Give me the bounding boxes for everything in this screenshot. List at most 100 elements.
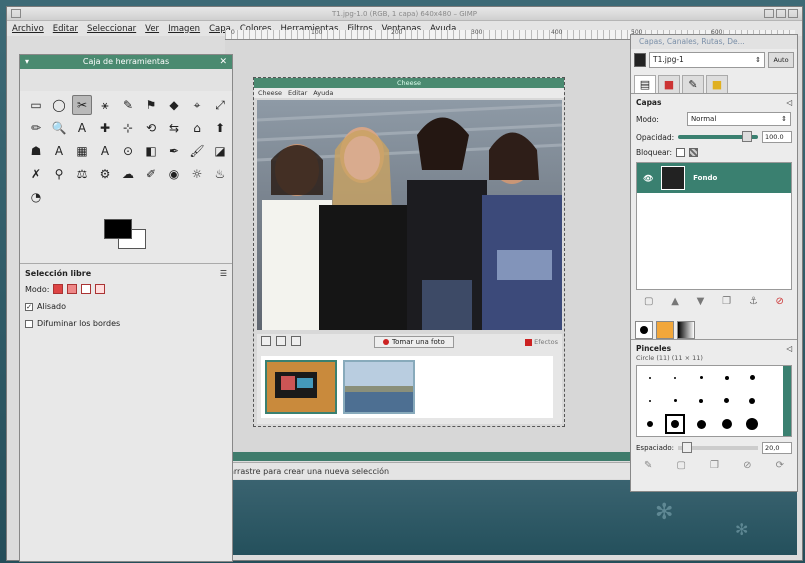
window-menu-icon[interactable] — [11, 9, 21, 18]
brush-preview[interactable] — [646, 421, 653, 428]
menu-archivo[interactable]: Archivo — [12, 24, 44, 34]
lock-alpha-icon[interactable] — [689, 148, 699, 157]
photo-mode-icon[interactable] — [261, 335, 271, 346]
brush-preview[interactable] — [746, 418, 759, 431]
zoom-tool[interactable]: 🔍 — [49, 118, 69, 138]
perspective-tool[interactable]: A — [49, 141, 69, 161]
mode-replace-button[interactable] — [53, 284, 64, 294]
mode-add-button[interactable] — [67, 284, 78, 294]
layer-mode-select[interactable]: Normal — [686, 112, 791, 126]
thumbnail[interactable] — [343, 360, 415, 414]
layer-row[interactable]: 👁 Fondo — [637, 163, 791, 193]
foreground-color[interactable] — [104, 219, 132, 239]
opacity-input[interactable]: 100.0 — [762, 131, 792, 143]
color-picker-tool[interactable]: ⤢ — [210, 95, 230, 115]
dodge-burn-tool[interactable]: ◉ — [164, 164, 184, 184]
new-layer-icon[interactable]: ▢ — [644, 296, 653, 307]
mode-intersect-button[interactable] — [95, 284, 106, 294]
opacity-slider[interactable] — [678, 131, 758, 142]
cheese-menu-item[interactable]: Editar — [288, 89, 307, 97]
brush-preview[interactable] — [699, 376, 703, 380]
paths-tool[interactable]: ⌖ — [187, 95, 207, 115]
measure-tool[interactable]: A — [72, 118, 92, 138]
wilber-drop-area[interactable] — [20, 69, 232, 91]
antialias-checkbox[interactable]: ✓ — [25, 302, 33, 311]
edit-brush-icon[interactable]: ✎ — [644, 460, 652, 471]
curves-tool[interactable]: ◔ — [26, 187, 46, 207]
burst-mode-icon[interactable] — [290, 335, 301, 346]
heal-tool[interactable]: ⚖ — [72, 164, 92, 184]
new-brush-icon[interactable]: ▢ — [676, 460, 685, 471]
tab-undo[interactable]: ■ — [706, 75, 728, 93]
blur-tool[interactable]: ☁ — [118, 164, 138, 184]
toolbox-menu-icon[interactable]: ▾ — [25, 55, 29, 69]
brush-grid[interactable] — [636, 365, 792, 437]
levels-tool[interactable]: ♨ — [210, 164, 230, 184]
rotate-tool[interactable]: ⟲ — [141, 118, 161, 138]
duplicate-layer-icon[interactable]: ❐ — [722, 296, 731, 307]
brush-scrollbar[interactable] — [783, 366, 791, 436]
maximize-icon[interactable] — [776, 9, 786, 18]
thumbnail[interactable] — [265, 360, 337, 414]
brush-preview[interactable] — [749, 375, 755, 381]
bucket-fill-tool[interactable]: ⊙ — [118, 141, 138, 161]
tab-channels[interactable]: ■ — [658, 75, 680, 93]
cage-tool[interactable]: ▦ — [72, 141, 92, 161]
feather-checkbox[interactable] — [25, 319, 33, 328]
fuzzy-select-tool[interactable]: ⚹ — [95, 95, 115, 115]
menu-ver[interactable]: Ver — [145, 24, 159, 34]
tab-patterns[interactable] — [656, 321, 674, 339]
effects-button[interactable]: Efectos — [525, 338, 558, 346]
foreground-select-tool[interactable]: ◆ — [164, 95, 184, 115]
close-icon[interactable] — [788, 9, 798, 18]
paintbrush-tool[interactable]: 🖌 — [187, 141, 207, 161]
spacing-input[interactable]: 20,0 — [762, 442, 792, 454]
shear-tool[interactable]: ☗ — [26, 141, 46, 161]
tab-paths[interactable]: ✎ — [682, 75, 704, 93]
auto-button[interactable]: Auto — [768, 52, 794, 68]
cheese-menu-item[interactable]: Ayuda — [313, 89, 333, 97]
brush-preview[interactable] — [648, 376, 651, 379]
brush-preview[interactable] — [721, 419, 732, 430]
brush-preview[interactable] — [724, 375, 729, 380]
brush-preview[interactable] — [648, 399, 651, 402]
warp-tool[interactable]: ☼ — [187, 164, 207, 184]
tab-brushes[interactable] — [635, 321, 653, 339]
scale-tool[interactable]: ⬆ — [210, 118, 230, 138]
anchor-layer-icon[interactable]: ⚓ — [749, 296, 758, 307]
pencil-tool[interactable]: ✏ — [26, 118, 46, 138]
align-tool[interactable]: ⊹ — [118, 118, 138, 138]
toolbox-close-icon[interactable]: ✕ — [219, 55, 227, 69]
menu-seleccionar[interactable]: Seleccionar — [87, 24, 136, 34]
lock-pixels-checkbox[interactable] — [676, 148, 686, 157]
brush-preview[interactable] — [696, 419, 706, 429]
rect-select-tool[interactable]: ▭ — [26, 95, 46, 115]
brush-preview[interactable] — [674, 376, 677, 379]
tab-gradients[interactable] — [677, 321, 695, 339]
delete-brush-icon[interactable]: ⊘ — [743, 460, 751, 471]
delete-layer-icon[interactable]: ⊘ — [776, 296, 784, 307]
minimize-icon[interactable] — [764, 9, 774, 18]
take-photo-button[interactable]: Tomar una foto — [374, 336, 454, 348]
perspective-clone-tool[interactable]: ⚙ — [95, 164, 115, 184]
text-tool[interactable]: A — [95, 141, 115, 161]
raise-layer-icon[interactable]: ▲ — [671, 296, 679, 307]
free-select-tool[interactable]: ✂ — [72, 95, 92, 115]
cheese-menu-item[interactable]: Cheese — [258, 89, 282, 97]
clone-tool[interactable]: ⚲ — [49, 164, 69, 184]
mode-subtract-button[interactable] — [81, 284, 92, 294]
tool-options-menu-icon[interactable]: ☰ — [220, 269, 227, 278]
selected-brush[interactable] — [665, 414, 686, 435]
airbrush-tool[interactable]: ✗ — [26, 164, 46, 184]
spacing-slider[interactable] — [677, 442, 758, 453]
brush-preview[interactable] — [699, 398, 704, 403]
ellipse-select-tool[interactable]: ◯ — [49, 95, 69, 115]
eye-icon[interactable]: 👁 — [643, 174, 653, 183]
blend-tool[interactable]: ◧ — [141, 141, 161, 161]
lower-layer-icon[interactable]: ▼ — [697, 296, 705, 307]
menu-editar[interactable]: Editar — [53, 24, 78, 34]
ink-tool[interactable]: ✒ — [164, 141, 184, 161]
video-mode-icon[interactable] — [275, 335, 286, 346]
color-select-tool[interactable]: ✎ — [118, 95, 138, 115]
smudge-tool[interactable]: ✐ — [141, 164, 161, 184]
